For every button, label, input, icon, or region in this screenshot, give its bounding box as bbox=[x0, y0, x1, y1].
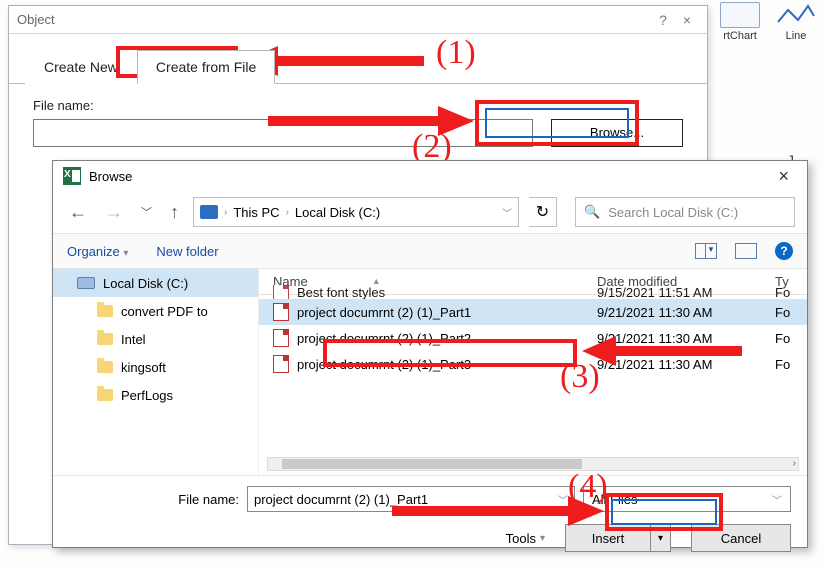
crumb-this-pc[interactable]: This PC bbox=[233, 205, 279, 220]
drive-icon bbox=[77, 277, 95, 289]
pdf-icon bbox=[273, 285, 289, 299]
tree-local-disk-c[interactable]: Local Disk (C:) bbox=[53, 269, 258, 297]
object-filename-input[interactable] bbox=[33, 119, 533, 147]
excel-ribbon-slice: rtChart Line bbox=[712, 0, 824, 55]
pc-icon bbox=[200, 205, 218, 219]
search-icon: 🔍 bbox=[584, 204, 600, 220]
pdf-icon bbox=[273, 303, 289, 321]
address-breadcrumb[interactable]: › This PC › Local Disk (C:) ﹀ bbox=[193, 197, 519, 227]
file-row[interactable]: Best font styles 9/15/2021 11:51 AM Fo bbox=[259, 285, 807, 299]
refresh-button[interactable]: ↻ bbox=[529, 197, 557, 227]
annotation-label-4: (4) bbox=[568, 468, 608, 506]
object-dialog-title: Object bbox=[17, 12, 55, 27]
folder-icon bbox=[97, 305, 113, 317]
insert-dropdown[interactable]: ▾ bbox=[651, 524, 671, 552]
browse-toolbar: Organize ▾ New folder ▾ ? bbox=[53, 233, 807, 269]
help-icon[interactable]: ? bbox=[775, 242, 793, 260]
object-dialog-titlebar: Object ? × bbox=[9, 6, 707, 34]
ribbon-line[interactable]: Line bbox=[768, 0, 824, 55]
help-button[interactable]: ? bbox=[651, 12, 675, 28]
nav-forward-button[interactable]: → bbox=[101, 200, 127, 225]
close-button[interactable]: × bbox=[675, 12, 699, 28]
tab-create-from-file[interactable]: Create from File bbox=[137, 50, 275, 84]
preview-pane-button[interactable] bbox=[735, 243, 757, 259]
browse-navbar: ← → ﹀ ↑ › This PC › Local Disk (C:) ﹀ ↻ … bbox=[53, 191, 807, 233]
pdf-icon bbox=[273, 329, 289, 347]
browse-dialog: Browse × ← → ﹀ ↑ › This PC › Local Disk … bbox=[52, 160, 808, 548]
annotation-label-1: (1) bbox=[436, 34, 476, 72]
tools-menu[interactable]: Tools ▾ bbox=[506, 531, 545, 546]
tree-folder[interactable]: kingsoft bbox=[53, 353, 258, 381]
new-folder-button[interactable]: New folder bbox=[156, 244, 218, 259]
line-icon bbox=[776, 2, 816, 28]
annotation-focus-insert bbox=[611, 499, 717, 525]
organize-menu[interactable]: Organize ▾ bbox=[67, 244, 128, 259]
file-name-label: File name: bbox=[33, 98, 683, 113]
nav-back-button[interactable]: ← bbox=[65, 200, 91, 225]
nav-recent-dropdown[interactable]: ﹀ bbox=[137, 202, 156, 222]
browse-button[interactable]: Browse... bbox=[551, 119, 683, 147]
crumb-drive[interactable]: Local Disk (C:) bbox=[295, 205, 380, 220]
folder-icon bbox=[97, 333, 113, 345]
browse-titlebar: Browse × bbox=[53, 161, 807, 191]
tab-create-new[interactable]: Create New bbox=[25, 50, 137, 84]
insert-button[interactable]: Insert ▾ bbox=[565, 524, 671, 552]
nav-up-button[interactable]: ↑ bbox=[166, 200, 183, 225]
file-row[interactable]: project documrnt (2) (1)_Part3 9/21/2021… bbox=[259, 351, 807, 377]
filename-dropdown-icon[interactable]: ﹀ bbox=[558, 492, 568, 507]
tree-folder[interactable]: Intel bbox=[53, 325, 258, 353]
browse-filename-label: File name: bbox=[69, 492, 239, 507]
horizontal-scrollbar[interactable]: › bbox=[267, 457, 799, 471]
browse-filename-input[interactable]: project documrnt (2) (1)_Part1﹀ bbox=[247, 486, 575, 512]
search-input[interactable]: 🔍 Search Local Disk (C:) bbox=[575, 197, 795, 227]
folder-icon bbox=[97, 389, 113, 401]
browse-title: Browse bbox=[89, 169, 132, 184]
file-row-selected[interactable]: project documrnt (2) (1)_Part1 9/21/2021… bbox=[259, 299, 807, 325]
nav-tree[interactable]: Local Disk (C:) convert PDF to Intel kin… bbox=[53, 269, 259, 475]
tree-folder[interactable]: convert PDF to bbox=[53, 297, 258, 325]
annotation-label-3: (3) bbox=[560, 358, 600, 396]
ribbon-pivotchart-label: rtChart bbox=[723, 30, 757, 42]
view-options-button[interactable]: ▾ bbox=[695, 243, 717, 259]
ribbon-line-label: Line bbox=[786, 30, 807, 42]
excel-icon bbox=[63, 167, 81, 185]
chevron-down-icon: ﹀ bbox=[772, 492, 782, 507]
folder-icon bbox=[97, 361, 113, 373]
pivotchart-icon bbox=[720, 2, 760, 28]
file-list: Name▴ Date modified Ty Best font styles … bbox=[259, 269, 807, 475]
browse-cancel-button[interactable]: Cancel bbox=[691, 524, 791, 552]
tree-folder[interactable]: PerfLogs bbox=[53, 381, 258, 409]
pdf-icon bbox=[273, 355, 289, 373]
ribbon-pivotchart[interactable]: rtChart bbox=[712, 0, 768, 55]
file-row[interactable]: project documrnt (2) (1)_Part2 9/21/2021… bbox=[259, 325, 807, 351]
search-placeholder: Search Local Disk (C:) bbox=[608, 205, 738, 220]
browse-close-button[interactable]: × bbox=[770, 166, 797, 187]
address-dropdown-icon[interactable]: ﹀ bbox=[502, 205, 512, 220]
